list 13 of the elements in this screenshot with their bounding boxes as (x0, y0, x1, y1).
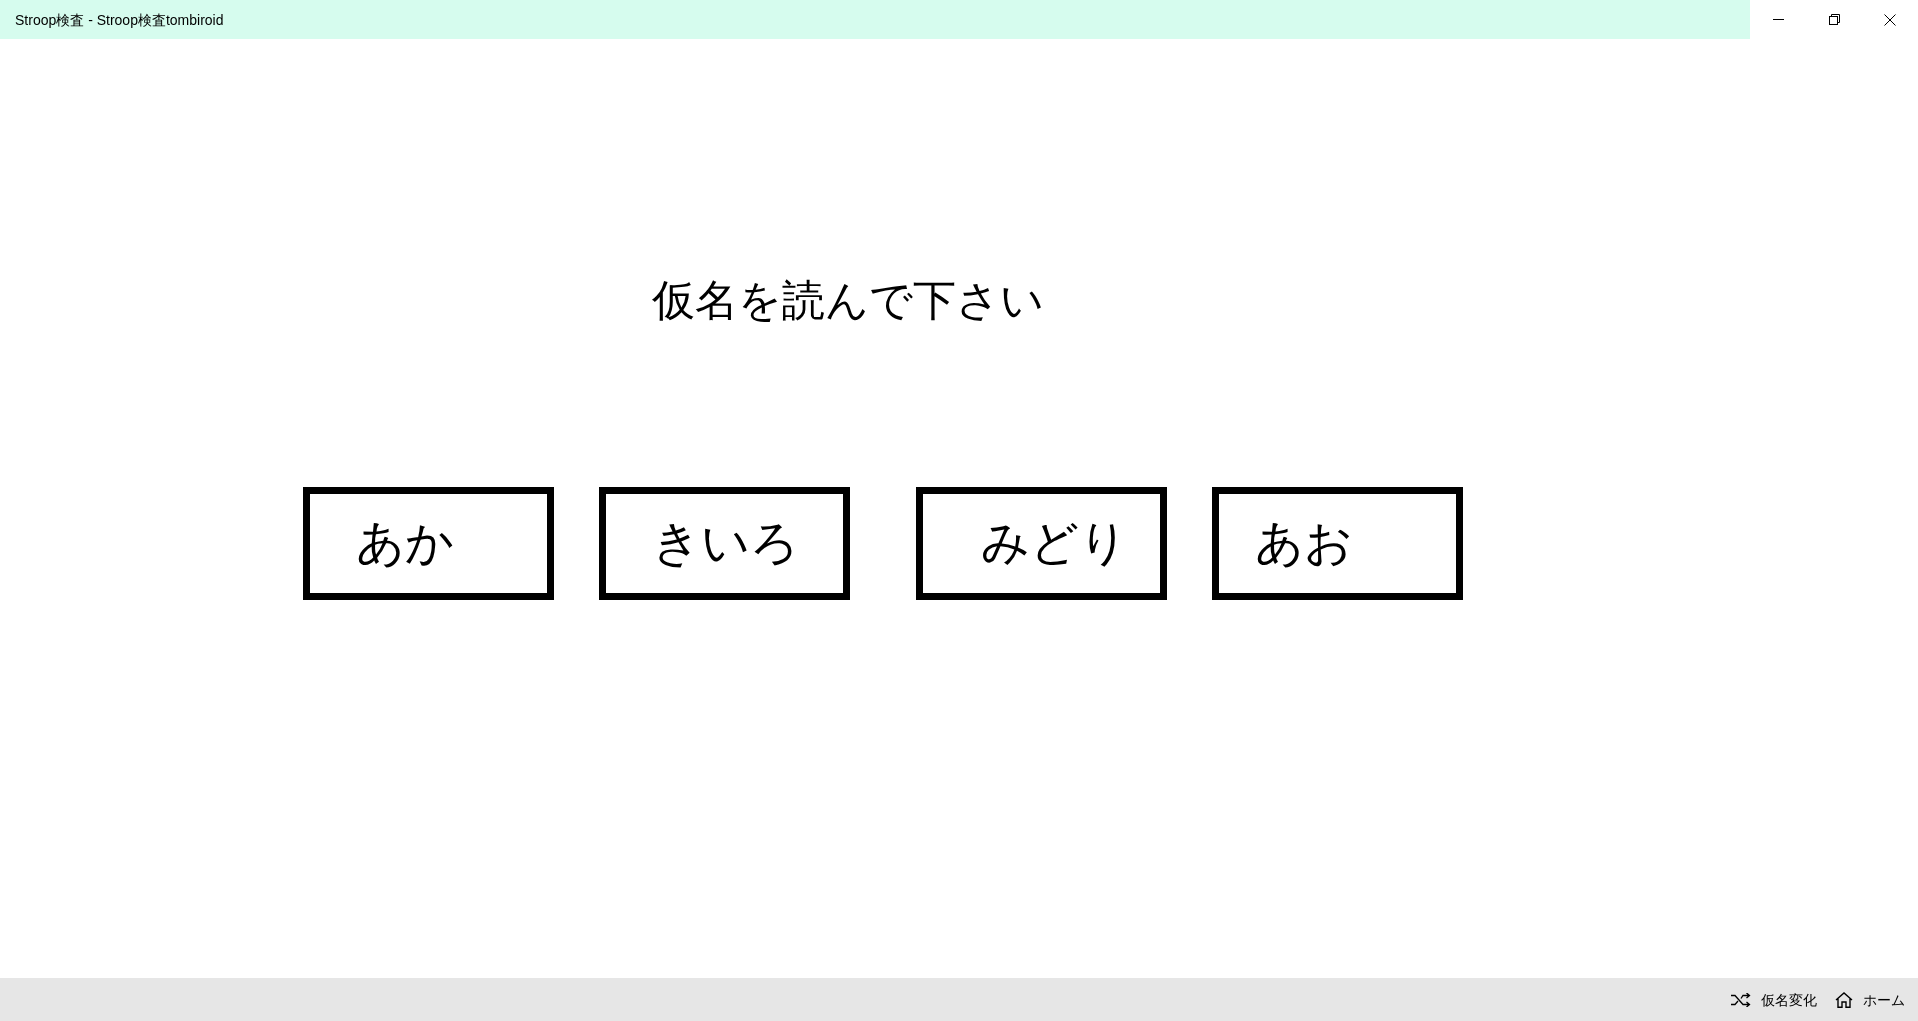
close-icon (1884, 13, 1896, 26)
answer-button[interactable]: あか (303, 486, 554, 600)
answer-button[interactable]: みどり (916, 486, 1167, 600)
instruction-text: 仮名を読んで下さい (652, 275, 1044, 326)
answer-button[interactable]: あお (1212, 486, 1463, 600)
minimize-icon (1772, 19, 1784, 20)
answer-button[interactable]: きいろ (599, 486, 850, 600)
home-icon (1835, 991, 1853, 1008)
shuffle-icon (1731, 992, 1751, 1007)
home-button[interactable]: ホーム (1830, 978, 1910, 1021)
shuffle-button[interactable]: 仮名変化 (1726, 978, 1822, 1021)
restore-icon (1828, 14, 1840, 25)
window-title: Stroop検査 - Stroop検査tombiroid (15, 12, 224, 27)
